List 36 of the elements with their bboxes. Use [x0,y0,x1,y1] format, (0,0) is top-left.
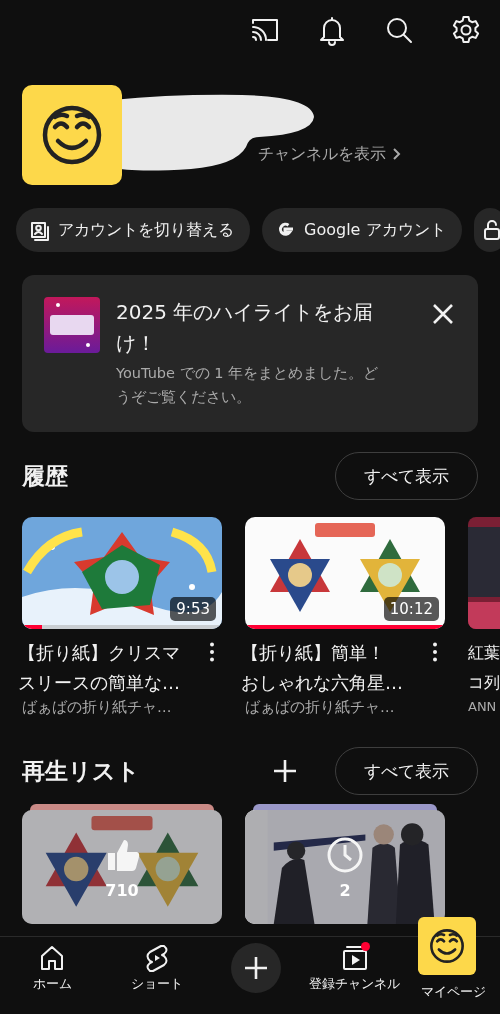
video-count: 2 [339,880,351,900]
nav-tab[interactable]: マイページ [421,984,487,1001]
video-title-line[interactable]: 紅葉 [468,638,500,668]
account-chip[interactable] [473,208,500,252]
video-title-line[interactable]: スリースの簡単な… [18,668,180,698]
video-title-line[interactable]: おしゃれな六角星… [241,668,403,698]
channel-name: ばぁばの折り紙チャ… [22,698,173,717]
channel-name: ANN [468,698,498,716]
promo-description: YouTube での 1 年をまとめました。どうぞご覧ください。 [116,364,379,407]
lock-icon [481,219,500,241]
add-playlist-button[interactable] [271,757,299,785]
nav-tab[interactable]: ホーム [0,937,105,1014]
plus-icon [271,757,299,785]
switch-account-chip[interactable]: アカウントを切り替える [16,208,250,252]
google-account-chip[interactable]: Google アカウント [262,208,462,252]
video-duration: 10:12 [383,597,439,621]
plus-icon [243,955,269,981]
create-button[interactable] [231,943,281,993]
section-heading: 履歴 [22,461,69,491]
video-title-line[interactable]: 【折り紙】簡単！ [241,638,385,668]
promo-title: 2025 年のハイライトをお届け！ [116,299,375,357]
account-switch-icon [28,219,50,241]
video-duration: 9:53 [170,597,216,621]
settings-icon[interactable] [450,14,482,46]
kebab-icon [210,642,214,662]
channel-name: ばぁばの折り紙チャ… [245,698,396,717]
section-heading: 再生リスト [22,756,141,786]
nav-tab[interactable]: ショート [104,937,210,1014]
video-title-line[interactable]: 【折り紙】クリスマ [18,638,180,668]
video-title-line[interactable]: コ列 [468,668,500,698]
more-options-button[interactable] [433,642,437,662]
nav-tab[interactable]: 登録チャンネル [302,937,408,1014]
more-options-button[interactable] [210,642,214,662]
view-channel-link[interactable]: チャンネルを表示 [258,143,404,165]
kebab-icon [433,642,437,662]
video-count: 710 [105,880,139,900]
